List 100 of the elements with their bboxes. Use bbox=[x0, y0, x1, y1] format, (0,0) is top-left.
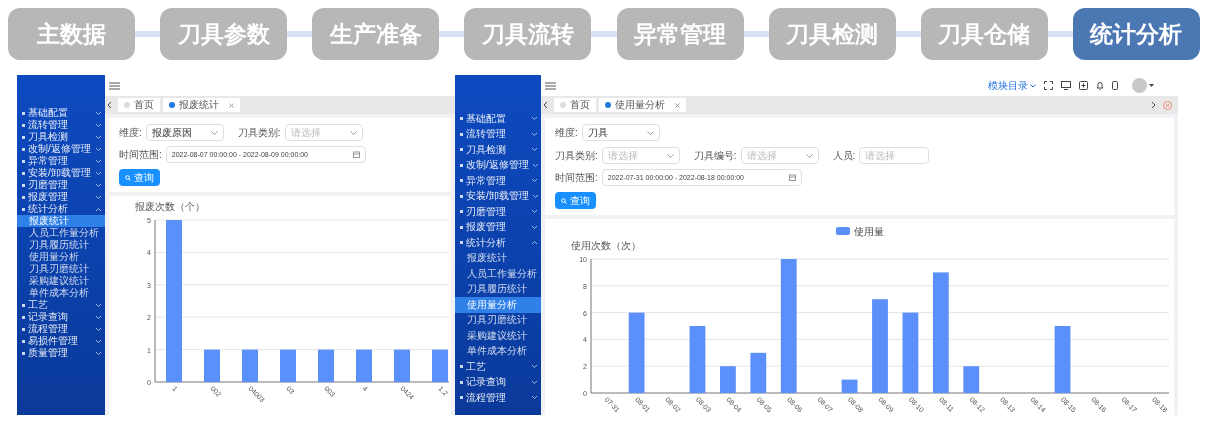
bullet-icon bbox=[22, 351, 25, 355]
bar bbox=[750, 352, 767, 393]
tab[interactable]: 使用量分析 bbox=[599, 98, 686, 112]
chevron-down-icon bbox=[646, 130, 654, 135]
menu-icon bbox=[545, 81, 556, 90]
sidebar-item[interactable]: 记录查询 bbox=[455, 374, 541, 390]
bell-icon bbox=[1096, 81, 1104, 90]
chevron-down-icon bbox=[805, 153, 813, 158]
bar bbox=[689, 326, 706, 393]
sidebar-item[interactable]: 异常管理 bbox=[17, 155, 105, 167]
close-icon bbox=[675, 102, 680, 108]
field-label: 时间范围: bbox=[555, 171, 598, 185]
sidebar-subitem[interactable]: 刀具刃磨统计 bbox=[17, 263, 105, 275]
bullet-icon bbox=[460, 210, 463, 214]
sidebar-subitem[interactable]: 刀具履历统计 bbox=[455, 281, 541, 297]
bar bbox=[1054, 326, 1071, 393]
bullet-icon bbox=[22, 303, 25, 307]
field-label: 维度: bbox=[119, 126, 142, 140]
bullet-icon bbox=[460, 132, 463, 136]
sidebar-item[interactable]: 记录查询 bbox=[17, 311, 105, 323]
field-label: 刀具类别: bbox=[555, 149, 598, 163]
sidebar-item[interactable]: 刀具检测 bbox=[17, 131, 105, 143]
sidebar-item[interactable]: 基础配置 bbox=[455, 111, 541, 127]
bar bbox=[720, 366, 736, 393]
axis-title: 使用次数（次） bbox=[571, 240, 641, 251]
axis-title: 报废次数（个） bbox=[135, 201, 205, 212]
sidebar-subitem[interactable]: 人员工作量分析 bbox=[17, 227, 105, 239]
select-field[interactable]: 刀具 bbox=[581, 124, 660, 141]
bullet-icon bbox=[460, 117, 463, 121]
tab[interactable]: 首页 bbox=[118, 98, 160, 112]
select-field[interactable]: 报废原因 bbox=[145, 124, 224, 141]
sidebar-item[interactable]: 改制/返修管理 bbox=[17, 143, 105, 155]
sidebar-subitem[interactable]: 使用量分析 bbox=[455, 297, 541, 313]
bullet-icon bbox=[22, 195, 25, 199]
bar bbox=[242, 349, 258, 382]
bullet-icon bbox=[22, 111, 25, 115]
menu-icon bbox=[109, 81, 120, 90]
bullet-icon bbox=[22, 135, 25, 139]
sidebar-item[interactable]: 改制/返修管理 bbox=[455, 157, 541, 173]
bar bbox=[318, 349, 334, 382]
sidebar-item[interactable]: 异常管理 bbox=[455, 173, 541, 189]
bullet-icon bbox=[22, 207, 25, 211]
bar bbox=[841, 379, 858, 393]
bar bbox=[280, 349, 296, 382]
bullet-icon bbox=[460, 241, 463, 245]
avatar[interactable] bbox=[1132, 78, 1147, 93]
sidebar-item[interactable]: 易损件管理 bbox=[17, 335, 105, 347]
sidebar-item[interactable]: 质量管理 bbox=[17, 347, 105, 359]
bullet-icon bbox=[460, 148, 463, 152]
sidebar-item[interactable]: 刀具检测 bbox=[455, 142, 541, 158]
bullet-icon bbox=[460, 396, 463, 400]
sidebar-subitem[interactable]: 报废统计 bbox=[455, 250, 541, 266]
bullet-icon bbox=[460, 380, 463, 384]
fullscreen-icon bbox=[1044, 81, 1053, 90]
sidebar-item[interactable]: 刃磨管理 bbox=[17, 179, 105, 191]
sidebar-subitem[interactable]: 刀具刃磨统计 bbox=[455, 312, 541, 328]
caret-icon bbox=[1030, 83, 1036, 88]
sidebar-item[interactable]: 流程管理 bbox=[17, 323, 105, 335]
sidebar-item[interactable]: 报废管理 bbox=[455, 219, 541, 235]
legend-item: 使用量 bbox=[836, 226, 884, 237]
sidebar-subitem[interactable]: 报废统计 bbox=[17, 215, 105, 227]
sidebar-item[interactable]: 流程管理 bbox=[455, 390, 541, 406]
sidebar-item[interactable]: 统计分析 bbox=[17, 203, 105, 215]
bullet-icon bbox=[22, 339, 25, 343]
chevron-left-icon bbox=[543, 101, 548, 109]
sidebar-subitem[interactable]: 刀具履历统计 bbox=[17, 239, 105, 251]
chevron-right-icon bbox=[1151, 101, 1156, 109]
sidebar-item[interactable]: 工艺 bbox=[455, 359, 541, 375]
sidebar-item[interactable]: 流转管理 bbox=[455, 126, 541, 142]
sidebar-subitem[interactable]: 采购建议统计 bbox=[17, 275, 105, 287]
sidebar-item[interactable]: 基础配置 bbox=[17, 107, 105, 119]
chevron-left-icon bbox=[107, 101, 112, 109]
legend-label: 使用量 bbox=[854, 226, 884, 237]
bullet-icon bbox=[22, 123, 25, 127]
sidebar-item[interactable]: 报废管理 bbox=[17, 191, 105, 203]
bar bbox=[356, 349, 372, 382]
search-icon bbox=[125, 174, 131, 181]
close-circle-icon bbox=[1163, 100, 1172, 110]
sidebar-item[interactable]: 刃磨管理 bbox=[455, 204, 541, 220]
tab[interactable]: 首页 bbox=[554, 98, 596, 112]
bullet-icon bbox=[460, 365, 463, 369]
sidebar-item[interactable]: 安装/卸载管理 bbox=[455, 188, 541, 204]
sidebar-item[interactable]: 安装/卸载管理 bbox=[17, 167, 105, 179]
tab[interactable]: 报废统计 bbox=[163, 98, 240, 112]
field-label: 刀具编号: bbox=[693, 149, 737, 163]
sidebar-subitem[interactable]: 人员工作量分析 bbox=[455, 266, 541, 282]
field-label: 人员: bbox=[832, 149, 856, 163]
sidebar-item[interactable]: 流转管理 bbox=[17, 119, 105, 131]
plus-icon bbox=[1079, 81, 1088, 90]
calendar-icon bbox=[352, 151, 360, 158]
phone-icon bbox=[1112, 81, 1118, 90]
calendar-icon bbox=[788, 174, 796, 181]
process-step-button[interactable]: 统计分析 bbox=[1073, 8, 1200, 60]
module-menu[interactable]: 模块目录 bbox=[988, 78, 1028, 93]
sidebar-subitem[interactable]: 采购建议统计 bbox=[455, 328, 541, 344]
sidebar-subitem[interactable]: 使用量分析 bbox=[17, 251, 105, 263]
sidebar-subitem[interactable]: 单件成本分析 bbox=[455, 343, 541, 359]
sidebar-item[interactable]: 工艺 bbox=[17, 299, 105, 311]
sidebar-item[interactable]: 统计分析 bbox=[455, 235, 541, 251]
sidebar-subitem[interactable]: 单件成本分析 bbox=[17, 287, 105, 299]
